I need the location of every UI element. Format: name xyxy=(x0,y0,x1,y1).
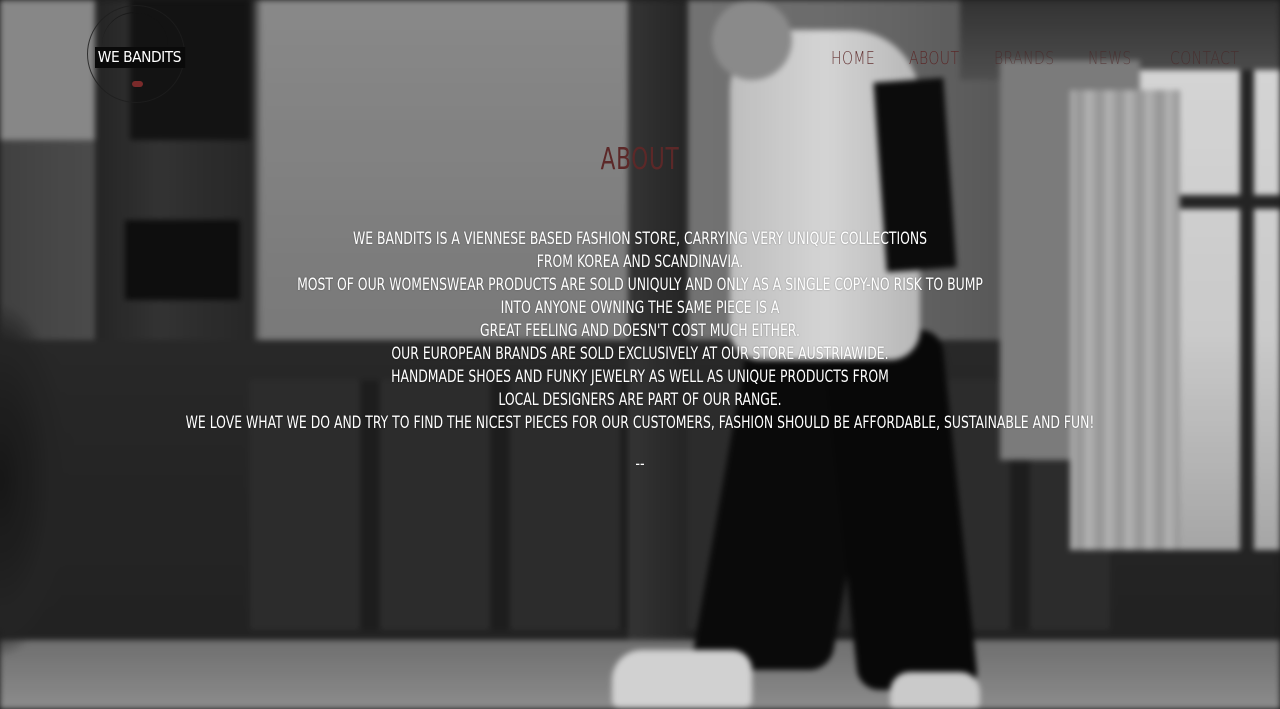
about-line: FROM KOREA AND SCANDINAVIA. xyxy=(536,252,744,272)
about-line: OUR EUROPEAN BRANDS ARE SOLD EXCLUSIVELY… xyxy=(391,344,889,364)
about-line: MOST OF OUR WOMENSWEAR PRODUCTS ARE SOLD… xyxy=(297,275,983,295)
about-line: WE LOVE WHAT WE DO AND TRY TO FIND THE N… xyxy=(185,413,1095,433)
about-line: WE BANDITS IS A VIENNESE BASED FASHION S… xyxy=(352,229,928,249)
page-title: ABOUT xyxy=(600,142,680,177)
page: WE BANDITS HOME ABOUT BRANDS NEWS CONTAC… xyxy=(0,0,1280,709)
nav-item-brands[interactable]: BRANDS xyxy=(994,47,1055,71)
nav-item-contact[interactable]: CONTACT xyxy=(1170,47,1239,71)
about-text: WE BANDITS IS A VIENNESE BASED FASHION S… xyxy=(0,228,1280,435)
main-nav: HOME ABOUT BRANDS NEWS CONTACT xyxy=(0,47,1280,73)
about-line: HANDMADE SHOES AND FUNKY JEWELRY AS WELL… xyxy=(391,367,889,387)
nav-item-about[interactable]: ABOUT xyxy=(909,47,959,71)
about-line: LOCAL DESIGNERS ARE PART OF OUR RANGE. xyxy=(498,390,782,410)
nav-item-home[interactable]: HOME xyxy=(831,47,875,71)
separator: -- xyxy=(635,454,645,473)
about-line: INTO ANYONE OWNING THE SAME PIECE IS A xyxy=(500,298,780,318)
logo-lips-icon xyxy=(132,81,143,87)
about-line: GREAT FEELING AND DOESN'T COST MUCH EITH… xyxy=(480,321,800,341)
nav-item-news[interactable]: NEWS xyxy=(1088,47,1132,71)
